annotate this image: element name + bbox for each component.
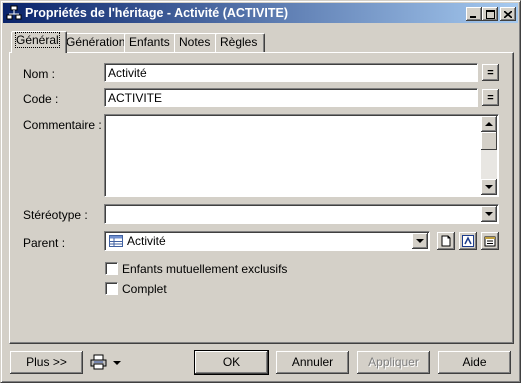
scroll-down-button[interactable] [481, 179, 497, 195]
print-menu-button[interactable] [90, 354, 124, 372]
properties-icon [484, 236, 496, 247]
parent-label: Parent : [23, 236, 66, 250]
tab-general[interactable]: Général [11, 31, 67, 53]
complet-label: Complet [122, 282, 167, 296]
tab-enfants[interactable]: Enfants [124, 33, 181, 52]
nom-input[interactable]: Activité [104, 63, 478, 82]
annuler-button-label: Annuler [291, 355, 334, 369]
dialog-window: Propriétés de l'héritage - Activité (ACT… [0, 0, 521, 383]
aide-button[interactable]: Aide [438, 351, 511, 374]
close-icon [504, 10, 512, 18]
minimize-button[interactable] [466, 7, 482, 21]
parent-value: Activité [127, 234, 166, 248]
commentaire-label: Commentaire : [23, 118, 102, 132]
minimize-icon [470, 15, 476, 18]
create-button[interactable] [437, 232, 455, 250]
inheritance-icon [6, 5, 22, 20]
tab-notes[interactable]: Notes [174, 33, 221, 52]
scroll-up-button[interactable] [481, 116, 497, 132]
stereotype-dropdown-button[interactable] [481, 206, 497, 222]
plus-button-label: Plus >> [26, 355, 67, 369]
maximize-button[interactable] [482, 7, 498, 21]
aide-button-label: Aide [462, 355, 487, 369]
ok-button[interactable]: OK [194, 350, 269, 375]
tab-label: Enfants [129, 35, 170, 49]
code-equal-button[interactable]: = [482, 89, 499, 106]
arrow-up-icon [485, 122, 493, 126]
select-object-button[interactable] [459, 232, 477, 250]
browse-icon [462, 235, 474, 247]
parent-dropdown-button[interactable] [412, 233, 428, 249]
maximize-icon [485, 9, 495, 19]
complet-checkbox[interactable] [105, 282, 118, 295]
printer-icon [90, 354, 107, 370]
tab-label: Règles [220, 35, 258, 49]
window-title: Propriétés de l'héritage - Activité (ACT… [25, 6, 288, 20]
properties-button[interactable] [481, 232, 499, 250]
plus-button[interactable]: Plus >> [10, 351, 83, 374]
table-icon [109, 235, 123, 247]
nom-label: Nom : [23, 67, 56, 81]
arrow-down-icon [485, 185, 493, 189]
close-button[interactable] [500, 7, 516, 21]
stereotype-label: Stéréotype : [23, 208, 88, 222]
nom-equal-button[interactable]: = [482, 64, 499, 81]
chevron-down-icon [113, 361, 121, 365]
tab-generation[interactable]: Génération [61, 33, 130, 52]
tab-label: Général [15, 32, 60, 48]
stereotype-combo[interactable] [104, 204, 499, 224]
tab-regles[interactable]: Règles [215, 33, 265, 52]
chevron-down-icon [416, 239, 424, 243]
annuler-button[interactable]: Annuler [276, 351, 349, 374]
new-document-icon [441, 235, 451, 247]
appliquer-button[interactable]: Appliquer [357, 351, 430, 374]
enfants-exclusifs-label: Enfants mutuellement exclusifs [122, 262, 288, 276]
appliquer-button-label: Appliquer [368, 355, 419, 369]
ok-button-label: OK [222, 355, 241, 369]
scroll-thumb[interactable] [481, 132, 497, 150]
tab-label: Génération [66, 35, 126, 49]
commentaire-textarea[interactable] [104, 114, 499, 197]
parent-combo[interactable]: Activité [104, 231, 430, 251]
title-bar[interactable]: Propriétés de l'héritage - Activité (ACT… [3, 3, 518, 23]
code-input[interactable]: ACTIVITE [104, 88, 478, 107]
code-label: Code : [23, 92, 59, 106]
tab-label: Notes [179, 35, 211, 49]
enfants-exclusifs-checkbox[interactable] [105, 262, 118, 275]
chevron-down-icon [485, 212, 493, 216]
commentaire-scrollbar[interactable] [481, 116, 497, 195]
